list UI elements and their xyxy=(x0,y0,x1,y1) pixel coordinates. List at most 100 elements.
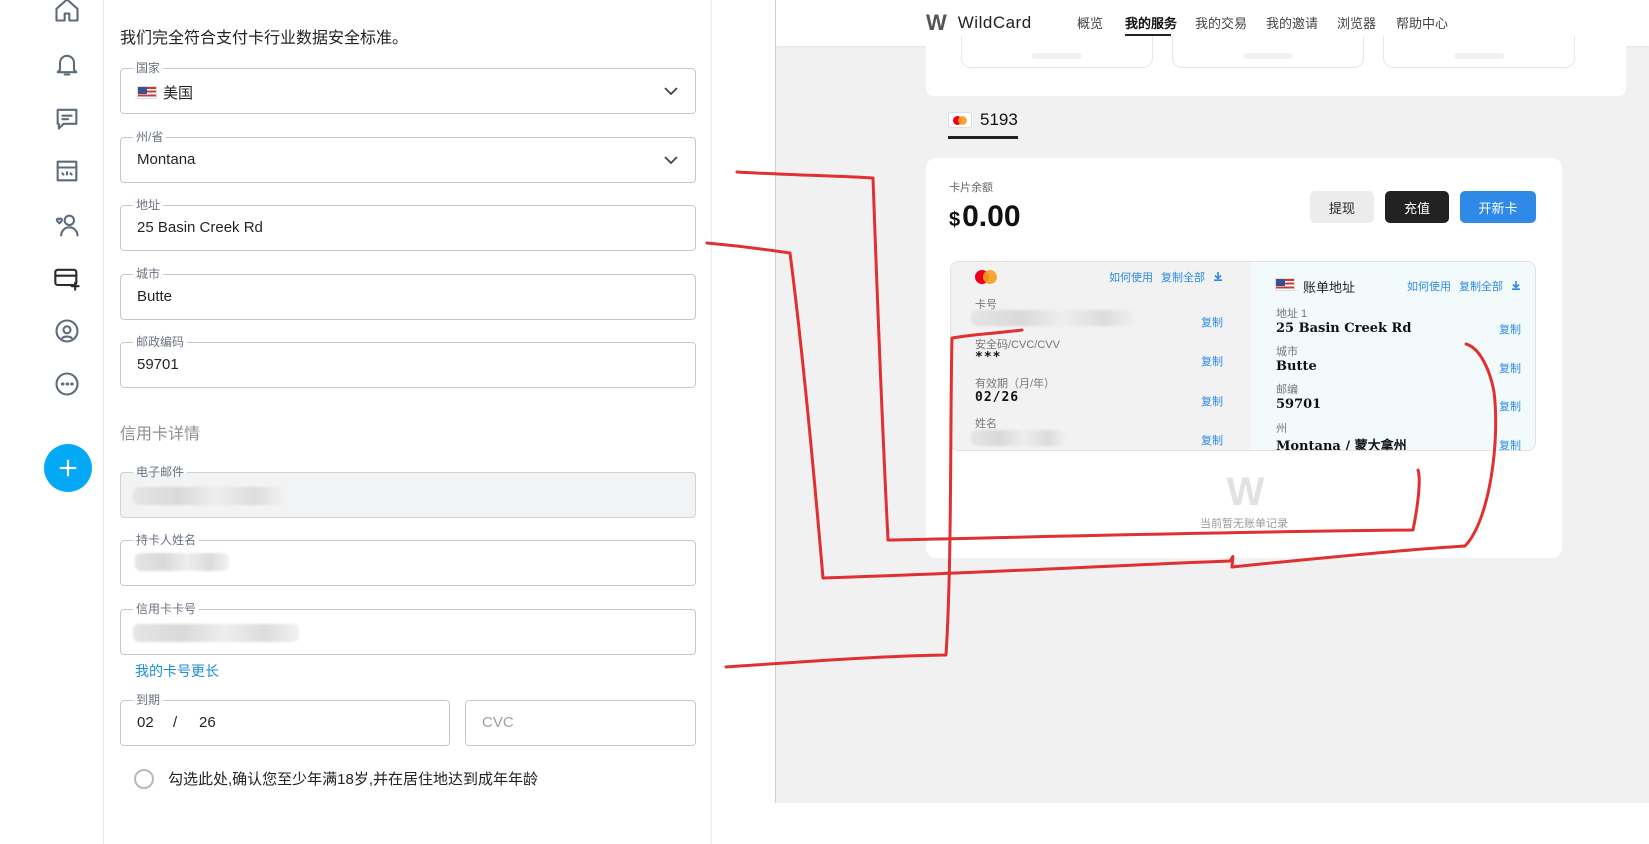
age-confirm-row[interactable]: 勾选此处,确认您至少年满18岁,并在居住地达到成年年龄 xyxy=(134,768,538,789)
balance-label: 卡片余额 xyxy=(949,182,993,194)
nav-my-invites[interactable]: 我的邀请 xyxy=(1266,13,1318,32)
address-label: 地址 xyxy=(133,197,164,213)
copy-state-button[interactable]: 复制 xyxy=(1499,437,1521,450)
zip-value: 59701 xyxy=(137,356,179,373)
add-fab-button[interactable] xyxy=(44,444,92,492)
nav-my-transactions[interactable]: 我的交易 xyxy=(1195,13,1247,32)
email-field: 电子邮件 xyxy=(120,464,696,518)
expiry-month: 02 xyxy=(137,714,154,731)
left-sidebar xyxy=(0,0,104,844)
redacted-name xyxy=(971,430,1067,446)
state-value: Montana xyxy=(137,151,196,168)
nav-help-center[interactable]: 帮助中心 xyxy=(1396,13,1448,32)
plus-icon xyxy=(59,459,77,477)
city-value: Butte xyxy=(1276,359,1317,374)
cardholder-name-field[interactable]: 持卡人姓名 xyxy=(120,532,696,586)
billing-address: 账单地址 如何使用 复制全部 地址 1 25 Basin Creek Rd 复制… xyxy=(1251,262,1535,450)
screenshot-stage: 我们完全符合支付卡行业数据安全标准。 国家 美国 州/省 Montana 地址 … xyxy=(0,0,1649,844)
card-detail-panel: 卡片余额 $0.00 提现 充值 开新卡 如何使用 复制全部 卡号 复制 安全码… xyxy=(926,158,1562,558)
us-flag-icon xyxy=(137,86,157,99)
zip-label: 邮政编码 xyxy=(133,334,188,350)
redacted-name xyxy=(135,553,229,571)
add-card-icon[interactable] xyxy=(52,263,82,293)
copy-cvc-button[interactable]: 复制 xyxy=(1201,353,1223,369)
card-details: 如何使用 复制全部 卡号 复制 安全码/CVC/CVV *** 复制 有效期（月… xyxy=(951,262,1251,450)
card-number-longer-link[interactable]: 我的卡号更长 xyxy=(135,661,219,681)
copy-card-number-button[interactable]: 复制 xyxy=(1201,314,1223,330)
card-tab-5193[interactable]: 5193 xyxy=(948,110,1018,139)
copy-city-button[interactable]: 复制 xyxy=(1499,360,1521,376)
more-icon[interactable] xyxy=(52,369,82,399)
new-card-button[interactable]: 开新卡 xyxy=(1460,191,1536,223)
billing-header-links: 如何使用 复制全部 xyxy=(1407,278,1521,294)
us-flag-icon xyxy=(1275,278,1295,291)
home-icon[interactable] xyxy=(52,0,82,25)
billing-form-panel: 我们完全符合支付卡行业数据安全标准。 国家 美国 州/省 Montana 地址 … xyxy=(104,0,712,844)
empty-bills-state: W 当前暂无账单记录 xyxy=(926,470,1562,531)
copy-name-button[interactable]: 复制 xyxy=(1201,432,1223,448)
expiry-year: 26 xyxy=(199,714,216,731)
how-to-use-link[interactable]: 如何使用 xyxy=(1109,269,1153,285)
service-card[interactable] xyxy=(1172,36,1364,68)
city-value: Butte xyxy=(137,288,173,305)
service-card[interactable] xyxy=(961,36,1153,68)
nav-browser[interactable]: 浏览器 xyxy=(1337,13,1376,32)
pci-compliance-note: 我们完全符合支付卡行业数据安全标准。 xyxy=(120,30,409,47)
service-card[interactable] xyxy=(1383,36,1575,68)
country-value: 美国 xyxy=(137,82,193,103)
download-icon[interactable] xyxy=(1213,271,1223,284)
people-heart-icon[interactable] xyxy=(52,210,82,240)
age-confirm-text: 勾选此处,确认您至少年满18岁,并在居住地达到成年年龄 xyxy=(168,771,539,788)
topup-button[interactable]: 充值 xyxy=(1385,191,1449,223)
empty-bills-text: 当前暂无账单记录 xyxy=(1200,518,1288,530)
card-info-box: 如何使用 复制全部 卡号 复制 安全码/CVC/CVV *** 复制 有效期（月… xyxy=(950,261,1536,451)
billing-address-title: 账单地址 xyxy=(1303,280,1356,295)
download-icon[interactable] xyxy=(1511,280,1521,293)
city-field[interactable]: 城市 Butte xyxy=(120,266,696,320)
zip-field[interactable]: 邮政编码 59701 xyxy=(120,334,696,388)
copy-all-link[interactable]: 复制全部 xyxy=(1161,269,1205,285)
coin-icon[interactable] xyxy=(52,316,82,346)
cvc-value: *** xyxy=(975,350,1002,365)
wildcard-logo[interactable]: W WildCard xyxy=(926,10,1032,36)
country-select[interactable]: 国家 美国 xyxy=(120,60,696,114)
balance-value: $0.00 xyxy=(949,200,1021,233)
mastercard-icon xyxy=(948,112,972,128)
copy-zip-button[interactable]: 复制 xyxy=(1499,398,1521,414)
address-value: 25 Basin Creek Rd xyxy=(137,219,263,236)
credit-card-section-title: 信用卡详情 xyxy=(120,426,201,443)
store-icon[interactable] xyxy=(52,156,82,186)
state-label: 州 xyxy=(1276,423,1287,435)
wildcard-brand-name: WildCard xyxy=(957,13,1032,32)
how-to-use-link[interactable]: 如何使用 xyxy=(1407,278,1451,294)
nav-my-services[interactable]: 我的服务 xyxy=(1125,13,1177,32)
cvc-placeholder: CVC xyxy=(482,714,514,731)
zip-value: 59701 xyxy=(1276,397,1322,412)
expiry-field[interactable]: 到期 02 / 26 xyxy=(120,692,450,746)
wildcard-w-icon: W xyxy=(926,10,947,35)
expiry-separator: / xyxy=(173,714,178,731)
cvc-field[interactable]: CVC xyxy=(465,700,696,746)
expiry-label: 有效期（月/年） xyxy=(975,378,1056,390)
copy-all-link[interactable]: 复制全部 xyxy=(1459,278,1503,294)
chat-icon[interactable] xyxy=(52,103,82,133)
card-tab-number: 5193 xyxy=(980,110,1018,129)
chevron-down-icon xyxy=(663,83,679,99)
mastercard-icon xyxy=(975,270,999,284)
copy-expiry-button[interactable]: 复制 xyxy=(1201,393,1223,409)
state-label: 州/省 xyxy=(133,129,167,145)
copy-address1-button[interactable]: 复制 xyxy=(1499,321,1521,337)
withdraw-button[interactable]: 提现 xyxy=(1310,191,1374,223)
bell-icon[interactable] xyxy=(52,49,82,79)
address-field[interactable]: 地址 25 Basin Creek Rd xyxy=(120,197,696,251)
age-confirm-radio[interactable] xyxy=(134,768,154,789)
card-details-header-links: 如何使用 复制全部 xyxy=(1109,269,1223,285)
service-cards-strip xyxy=(926,36,1626,96)
nav-overview[interactable]: 概览 xyxy=(1077,13,1103,32)
card-number-label: 信用卡卡号 xyxy=(133,601,200,617)
card-number-field[interactable]: 信用卡卡号 xyxy=(120,601,696,655)
state-select[interactable]: 州/省 Montana xyxy=(120,129,696,183)
wildcard-window: W WildCard 概览 我的服务 我的交易 我的邀请 浏览器 帮助中心 51… xyxy=(775,0,1649,803)
country-label: 国家 xyxy=(133,60,164,76)
email-label: 电子邮件 xyxy=(133,464,188,480)
